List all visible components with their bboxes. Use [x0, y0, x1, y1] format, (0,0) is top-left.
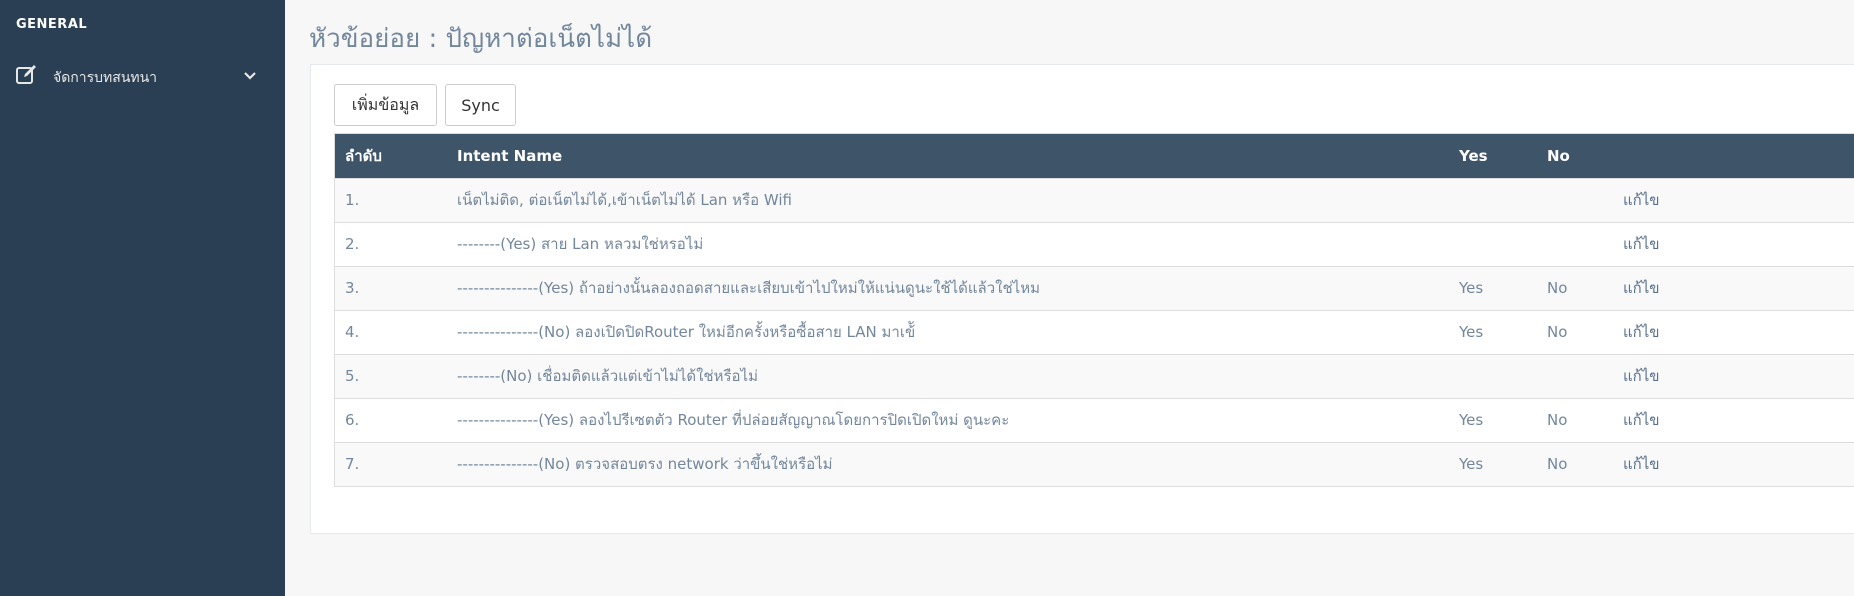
page-title: หัวข้อย่อย : ปัญหาต่อเน็ตไม่ได้ — [309, 24, 653, 54]
chevron-down-icon[interactable] — [242, 69, 258, 83]
row-no — [1537, 178, 1613, 222]
add-data-button[interactable]: เพิ่มข้อมูล — [334, 84, 437, 126]
row-intent-name: --------(Yes) สาย Lan หลวมใช่หรอไม่ — [457, 235, 704, 253]
row-edit-link[interactable]: แก้ไข — [1613, 442, 1854, 486]
table-row: 1. เน็ตไม่ติด, ต่อเน็ตไม่ได้,เข้าเน็ตไม่… — [335, 178, 1854, 222]
row-yes: Yes — [1459, 411, 1484, 429]
row-yes — [1449, 222, 1537, 266]
row-yes: Yes — [1459, 279, 1484, 297]
table-row: 5. --------(No) เชื่อมติดแล้วแต่เข้าไม่ไ… — [335, 354, 1854, 398]
header-action — [1613, 134, 1854, 178]
intent-table: ลำดับ Intent Name Yes No 1. เน็ตไม่ติด, … — [334, 133, 1854, 487]
row-num: 6. — [345, 411, 360, 429]
sidebar-item-label: จัดการบทสนทนา — [53, 70, 158, 86]
row-num: 5. — [345, 367, 360, 385]
row-no: No — [1547, 279, 1568, 297]
header-no: No — [1547, 146, 1570, 165]
content-panel: เพิ่มข้อมูล Sync ลำดับ Intent Name Yes N… — [310, 64, 1854, 534]
row-edit-link[interactable]: แก้ไข — [1613, 398, 1854, 442]
row-edit-link[interactable]: แก้ไข — [1613, 310, 1854, 354]
header-num: ลำดับ — [345, 146, 382, 165]
row-no: No — [1547, 455, 1568, 474]
table-header-row: ลำดับ Intent Name Yes No — [335, 134, 1854, 178]
row-yes — [1449, 354, 1537, 398]
sidebar-section-title: GENERAL — [16, 17, 88, 32]
row-yes: Yes — [1459, 323, 1484, 341]
row-yes: Yes — [1459, 455, 1484, 474]
row-yes — [1449, 178, 1537, 222]
table-row: 2. --------(Yes) สาย Lan หลวมใช่หรอไม่ แ… — [335, 222, 1854, 266]
row-num: 4. — [345, 323, 360, 341]
row-intent-name: ---------------(Yes) ถ้าอย่างนั้นลองถอดส… — [457, 279, 1040, 297]
edit-icon — [16, 65, 36, 84]
table-row: 7. ---------------(No) ตรวจสอบตรง networ… — [335, 442, 1854, 486]
header-yes: Yes — [1459, 146, 1488, 165]
row-intent-name: ---------------(No) ลองเปิดปิดRouter ใหม… — [457, 323, 916, 341]
main-content: หัวข้อย่อย : ปัญหาต่อเน็ตไม่ได้ เพิ่มข้อ… — [285, 0, 1854, 596]
row-intent-name: ---------------(Yes) ลองไปรีเซตตัว Route… — [457, 411, 1010, 429]
row-no: No — [1547, 323, 1568, 341]
row-no — [1537, 222, 1613, 266]
row-intent-name: ---------------(No) ตรวจสอบตรง network ว… — [457, 455, 833, 474]
row-edit-link[interactable]: แก้ไข — [1613, 354, 1854, 398]
row-no — [1537, 354, 1613, 398]
row-num: 1. — [345, 191, 360, 209]
row-num: 2. — [345, 235, 360, 253]
row-num: 3. — [345, 279, 360, 297]
sidebar: GENERAL จัดการบทสนทนา — [0, 0, 285, 596]
sync-button[interactable]: Sync — [445, 84, 516, 126]
row-num: 7. — [345, 455, 360, 474]
row-edit-link[interactable]: แก้ไข — [1613, 178, 1854, 222]
table-row: 4. ---------------(No) ลองเปิดปิดRouter … — [335, 310, 1854, 354]
sidebar-item-manage-conversations[interactable]: จัดการบทสนทนา — [0, 60, 285, 92]
row-intent-name: เน็ตไม่ติด, ต่อเน็ตไม่ได้,เข้าเน็ตไม่ได้… — [457, 191, 793, 209]
row-edit-link[interactable]: แก้ไข — [1613, 266, 1854, 310]
row-intent-name: --------(No) เชื่อมติดแล้วแต่เข้าไม่ได้ใ… — [457, 367, 758, 385]
table-row: 3. ---------------(Yes) ถ้าอย่างนั้นลองถ… — [335, 266, 1854, 310]
header-intent-name: Intent Name — [457, 146, 563, 165]
row-no: No — [1547, 411, 1568, 429]
table-row: 6. ---------------(Yes) ลองไปรีเซตตัว Ro… — [335, 398, 1854, 442]
row-edit-link[interactable]: แก้ไข — [1613, 222, 1854, 266]
